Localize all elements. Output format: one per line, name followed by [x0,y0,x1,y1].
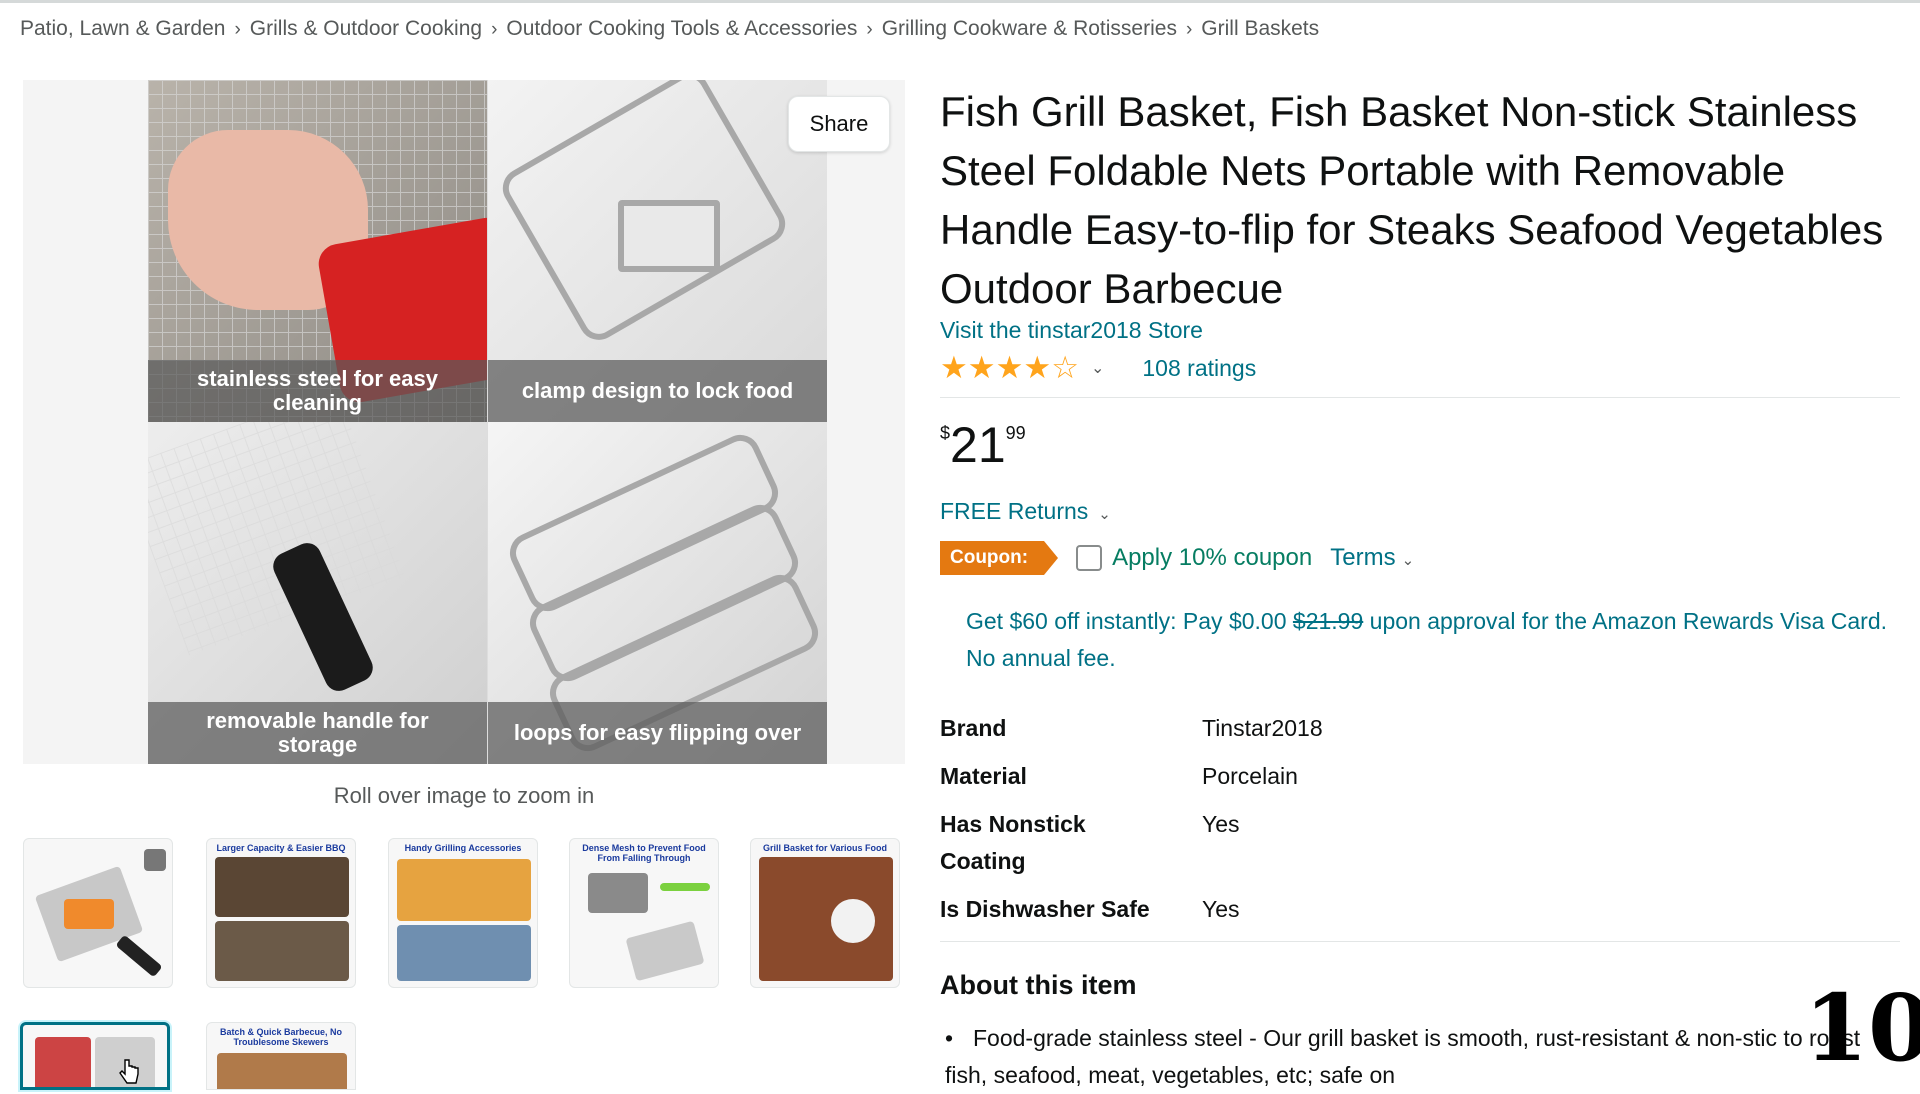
spec-key: Brand [940,715,1007,741]
bullet-icon: • [945,1025,954,1051]
spec-row: Has Nonstick Coating Yes [940,806,1860,880]
promo-text: Get $60 off instantly: Pay $0.00 [966,608,1293,634]
star-rating[interactable]: ★★★★☆ [940,350,1079,386]
image-panel-cleaning: stainless steel for easy cleaning [148,80,487,422]
star-icon: ★ [1023,350,1052,385]
thumb-photo-graphic [397,925,531,981]
image-caption: stainless steel for easy cleaning [148,360,487,422]
coupon-checkbox[interactable] [1076,545,1103,571]
apply-coupon-label[interactable]: Apply 10% coupon [1112,544,1312,572]
star-icon: ★ [995,350,1024,385]
terms-link[interactable]: Terms ⌄ [1330,544,1414,572]
divider [940,397,1900,398]
thumb-plate-graphic [831,899,875,943]
product-specs: Brand Tinstar2018 Material Porcelain Has… [940,710,1860,939]
spec-row: Is Dishwasher Safe Yes [940,891,1860,928]
coupon-badge: Coupon: [940,541,1059,575]
breadcrumb-link[interactable]: Grills & Outdoor Cooking [250,17,482,40]
star-icon: ★ [940,350,968,385]
thumb-photo-graphic [35,1037,91,1087]
thumb-basket-graphic [625,920,705,982]
clamp-graphic [618,200,720,272]
price: $ 21 99 [940,415,1026,475]
main-image-area[interactable]: stainless steel for easy cleaning clamp … [23,80,905,764]
promo-strike-price: $21.99 [1292,608,1364,634]
rewards-card-promo[interactable]: Get $60 off instantly: Pay $0.00 $21.99 … [966,603,1896,677]
breadcrumb-link[interactable]: Grilling Cookware & Rotisseries [882,17,1177,40]
breadcrumb-link[interactable]: Outdoor Cooking Tools & Accessories [506,17,857,40]
terms-label: Terms [1330,544,1396,571]
image-panel-handle: removable handle for storage [148,422,487,764]
thumb-food-graphic [64,899,114,929]
chevron-down-icon: ⌄ [1401,552,1415,569]
breadcrumb-separator: › [1185,19,1193,40]
star-icon: ★ [967,350,996,385]
spec-key: Is Dishwasher Safe [940,896,1150,922]
chevron-down-icon[interactable]: ⌄ [1091,358,1104,378]
about-bullet-text: Food-grade stainless steel - Our grill b… [945,1025,1861,1088]
main-product-image[interactable]: stainless steel for easy cleaning clamp … [148,80,827,764]
image-caption: loops for easy flipping over [488,702,827,764]
price-fraction: 99 [1005,423,1026,443]
about-bullet-item: • Food-grade stainless steel - Our grill … [945,1020,1885,1094]
spec-value: Porcelain [1202,763,1298,789]
cursor-hand-icon [119,1059,139,1084]
overlay-number: 10 [1804,974,1920,1082]
breadcrumb: Patio, Lawn & Garden › Grills & Outdoor Co… [20,17,1319,41]
thumb-photo-graphic [215,857,349,917]
product-title: Fish Grill Basket, Fish Basket Non-stick… [940,88,1884,312]
top-border [0,0,1920,3]
store-link[interactable]: Visit the tinstar2018 Store [940,317,1203,344]
spec-key: Has Nonstick Coating [940,811,1086,874]
returns-label: FREE Returns [940,498,1089,524]
chevron-down-icon: ⌄ [1098,506,1111,523]
thumbnail[interactable] [23,838,173,988]
ratings-count-link[interactable]: 108 ratings [1142,355,1256,382]
spec-row: Brand Tinstar2018 [940,710,1860,747]
star-empty-icon: ☆ [1051,350,1079,385]
thumbnail-label: Batch & Quick Barbecue, No Troublesome S… [219,1027,343,1047]
breadcrumb-link[interactable]: Patio, Lawn & Garden [20,17,225,40]
thumb-handle-graphic [115,934,163,978]
thumb-photo-graphic [397,859,531,921]
breadcrumb-link[interactable]: Grill Baskets [1201,17,1319,40]
mesh-pattern [148,422,406,656]
spec-key: Material [940,763,1027,789]
spec-row: Material Porcelain [940,758,1860,795]
price-whole: 21 [950,417,1006,473]
breadcrumb-separator: › [491,19,498,40]
spec-value: Yes [1202,811,1240,837]
thumbnail-selected[interactable] [20,1022,170,1090]
thumbnail-label: Larger Capacity & Easier BBQ [216,843,346,853]
rating-row: ★★★★☆ ⌄ 108 ratings [940,350,1256,386]
breadcrumb-separator: › [234,19,241,40]
about-section-title: About this item [940,970,1137,1000]
thumbnail[interactable]: Dense Mesh to Prevent Food From Falling … [569,838,719,988]
thumb-photo-graphic [217,1053,347,1089]
image-panel-loops: loops for easy flipping over [488,422,827,764]
thumbnail-label: Handy Grilling Accessories [404,843,522,853]
coupon-row: Coupon: Apply 10% coupon Terms ⌄ [940,540,1414,576]
thumb-photo-graphic [215,921,349,981]
thumbnail-label: Grill Basket for Various Food [762,843,888,853]
zoom-hint: Roll over image to zoom in [333,783,595,808]
image-panel-clamp: clamp design to lock food [488,80,827,422]
thumbnail[interactable]: Batch & Quick Barbecue, No Troublesome S… [206,1022,356,1090]
free-returns-link[interactable]: FREE Returns ⌄ [940,498,1111,525]
thumbnail[interactable]: Grill Basket for Various Food [750,838,900,988]
share-button[interactable]: Share [788,96,890,152]
spec-value: Yes [1202,896,1240,922]
thumb-accessory-graphic [144,849,166,871]
breadcrumb-separator: › [866,19,873,40]
divider [940,941,1900,942]
price-symbol: $ [940,423,951,443]
image-caption: clamp design to lock food [488,360,827,422]
thumb-brush-graphic [660,883,710,891]
thumbnail-label: Dense Mesh to Prevent Food From Falling … [582,843,706,863]
thumb-mesh-graphic [588,873,648,913]
image-caption: removable handle for storage [148,702,487,764]
thumbnail[interactable]: Handy Grilling Accessories [388,838,538,988]
spec-value: Tinstar2018 [1202,715,1323,741]
thumbnail[interactable]: Larger Capacity & Easier BBQ [206,838,356,988]
